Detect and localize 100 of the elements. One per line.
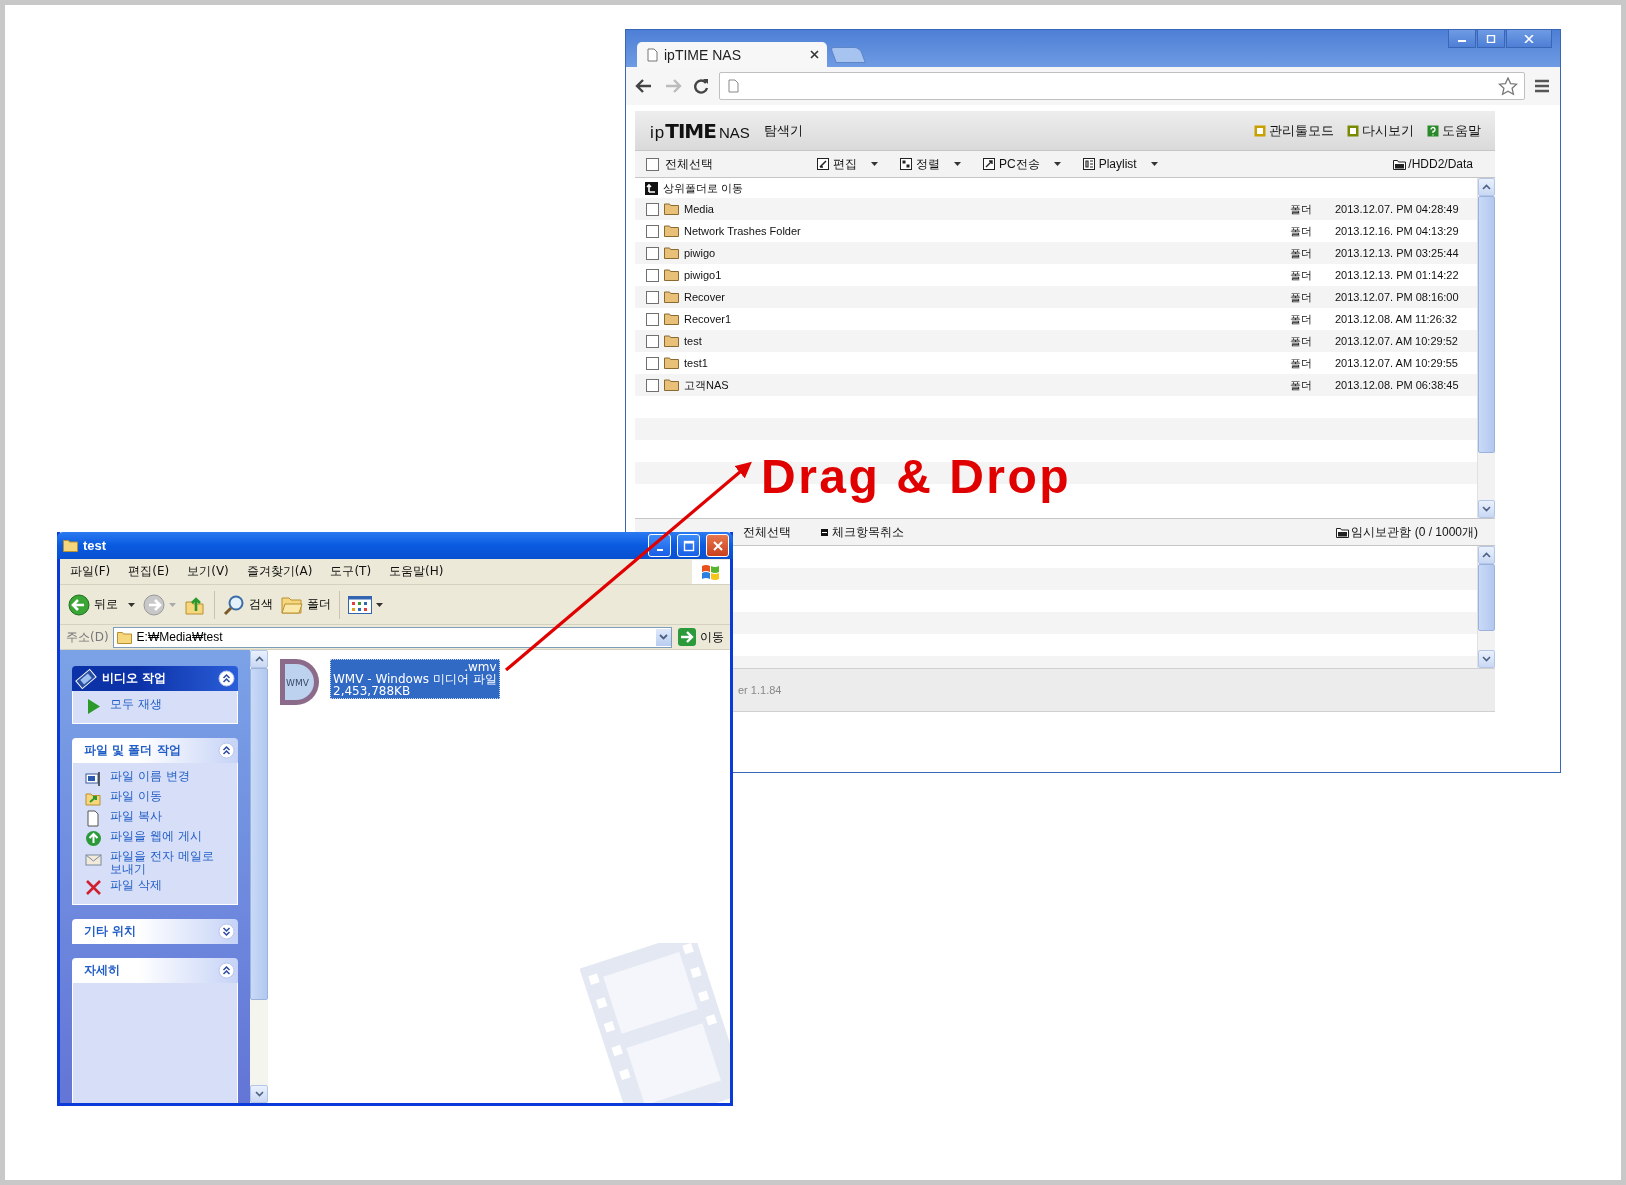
header-link[interactable]: 관리툴모드 — [1254, 121, 1334, 140]
version-text: er 1.1.84 — [738, 684, 782, 696]
caret-icon — [954, 162, 961, 166]
menu-item[interactable]: 도구(T) — [330, 563, 372, 580]
browser-tab[interactable]: ipTIME NAS — [637, 42, 827, 67]
toolbar-menu[interactable]: PC전송 — [983, 155, 1061, 173]
minimize-button[interactable] — [1448, 30, 1476, 48]
select-all-link[interactable]: 전체선택 — [743, 523, 791, 541]
scroll-up-icon[interactable] — [254, 656, 264, 662]
file-date: 2013.12.07. AM 10:29:52 — [1335, 335, 1459, 347]
file-name[interactable]: Network Trashes Folder — [684, 225, 1285, 237]
task-link[interactable]: 파일 이동 — [110, 790, 162, 803]
menu-icon[interactable] — [1534, 78, 1550, 94]
close-icon[interactable] — [810, 50, 819, 59]
menu-item[interactable]: 보기(V) — [187, 563, 229, 580]
back-icon[interactable] — [634, 77, 654, 95]
folder-icon — [664, 203, 679, 215]
address-field[interactable] — [719, 72, 1525, 100]
parent-folder-link[interactable]: 상위폴더로 이동 — [645, 180, 744, 196]
file-date: 2013.12.08. PM 06:38:45 — [1335, 379, 1460, 391]
views-button[interactable] — [348, 595, 383, 614]
caret-icon — [1150, 162, 1158, 166]
folder-icon — [664, 269, 679, 281]
file-name[interactable]: 고객NAS — [684, 377, 1285, 393]
task-link[interactable]: 파일 이름 변경 — [110, 770, 190, 783]
scroll-down-icon[interactable] — [254, 1091, 264, 1097]
scroll-up-icon[interactable] — [1482, 552, 1491, 558]
row-checkbox[interactable] — [646, 312, 659, 326]
row-checkbox[interactable] — [646, 268, 659, 282]
row-checkbox[interactable] — [646, 224, 659, 238]
scroll-down-icon[interactable] — [1482, 506, 1491, 512]
task-section-header[interactable]: 자세히 — [72, 958, 238, 983]
file-name[interactable]: piwigo1 — [684, 269, 1285, 281]
menu-item[interactable]: 도움말(H) — [389, 563, 444, 580]
file-type: 폴더 — [1290, 223, 1313, 239]
uncheck-link[interactable]: 체크항목취소 — [821, 523, 904, 541]
scroll-up-icon[interactable] — [1482, 184, 1491, 190]
header-link[interactable]: 다시보기 — [1347, 121, 1414, 140]
file-name[interactable]: Media — [684, 203, 1285, 215]
file-date: 2013.12.13. PM 01:14:22 — [1335, 269, 1460, 281]
toolbar-menu[interactable]: 정렬 — [900, 155, 961, 173]
row-checkbox[interactable] — [646, 356, 659, 370]
forward-button[interactable] — [143, 593, 176, 616]
file-type: WMV - Windows 미디어 파일 — [333, 673, 497, 685]
file-name[interactable]: test1 — [684, 357, 1285, 369]
collapse-icon[interactable] — [218, 670, 235, 687]
storage-link[interactable]: 임시보관함 (0 / 1000개) — [1336, 523, 1478, 541]
task-section-header[interactable]: 비디오 작업 — [72, 666, 238, 691]
task-link[interactable]: 파일을 웹에 게시 — [110, 830, 202, 843]
file-name[interactable]: Recover — [684, 291, 1285, 303]
file-name[interactable]: piwigo — [684, 247, 1285, 259]
expand-icon[interactable] — [218, 923, 235, 940]
task-link[interactable]: 모두 재생 — [110, 698, 162, 711]
reload-icon[interactable] — [692, 77, 710, 95]
back-button[interactable]: 뒤로 — [68, 593, 135, 616]
go-button[interactable]: 이동 — [676, 628, 726, 646]
toolbar-menu[interactable]: Playlist — [1082, 155, 1158, 173]
annotation-text: Drag & Drop — [761, 449, 1072, 504]
file-name[interactable]: Recover1 — [684, 313, 1285, 325]
document-icon — [85, 810, 102, 827]
row-checkbox[interactable] — [646, 334, 659, 348]
maximize-button[interactable] — [1477, 30, 1505, 48]
play-icon — [85, 698, 102, 715]
header-link[interactable]: 도움말 — [1427, 121, 1481, 140]
select-all-checkbox[interactable]: 전체선택 — [646, 155, 713, 173]
menu-item[interactable]: 파일(F) — [70, 563, 111, 580]
page-icon — [728, 79, 739, 93]
scrollbar[interactable] — [1477, 546, 1495, 668]
scrollbar[interactable] — [1477, 178, 1495, 518]
row-checkbox[interactable] — [646, 290, 659, 304]
dropdown-button[interactable] — [656, 628, 671, 646]
square-icon — [1347, 124, 1359, 137]
menu-item[interactable]: 즐겨찾기(A) — [246, 563, 313, 580]
scroll-down-icon[interactable] — [1482, 656, 1491, 662]
close-button[interactable] — [1506, 30, 1552, 48]
menu-item[interactable]: 편집(E) — [128, 563, 170, 580]
row-checkbox[interactable] — [646, 246, 659, 260]
task-link[interactable]: 파일을 전자 메일로 보내기 — [110, 850, 222, 876]
collapse-icon[interactable] — [218, 742, 235, 759]
folders-button[interactable]: 폴더 — [281, 594, 331, 615]
folder-icon — [664, 379, 679, 391]
row-checkbox[interactable] — [646, 202, 659, 216]
task-section-header[interactable]: 기타 위치 — [72, 919, 238, 944]
window-title: test — [83, 538, 107, 553]
task-section-header[interactable]: 파일 및 폴더 작업 — [72, 738, 238, 763]
file-name[interactable]: test — [684, 335, 1285, 347]
collapse-icon[interactable] — [218, 962, 235, 979]
row-checkbox[interactable] — [646, 378, 659, 392]
caret-icon — [1053, 162, 1061, 166]
task-link[interactable]: 파일 복사 — [110, 810, 162, 823]
address-field[interactable]: E:₩Media₩test — [112, 626, 672, 648]
folder-icon — [281, 594, 303, 615]
search-button[interactable]: 검색 — [223, 593, 273, 616]
toolbar-menu[interactable]: 편집 — [817, 155, 878, 173]
folder-icon — [664, 291, 679, 303]
scrollbar[interactable] — [250, 650, 268, 1103]
task-link[interactable]: 파일 삭제 — [110, 879, 162, 892]
folder-icon — [664, 357, 679, 369]
file-type: 폴더 — [1290, 311, 1313, 327]
star-icon[interactable] — [1498, 76, 1518, 96]
